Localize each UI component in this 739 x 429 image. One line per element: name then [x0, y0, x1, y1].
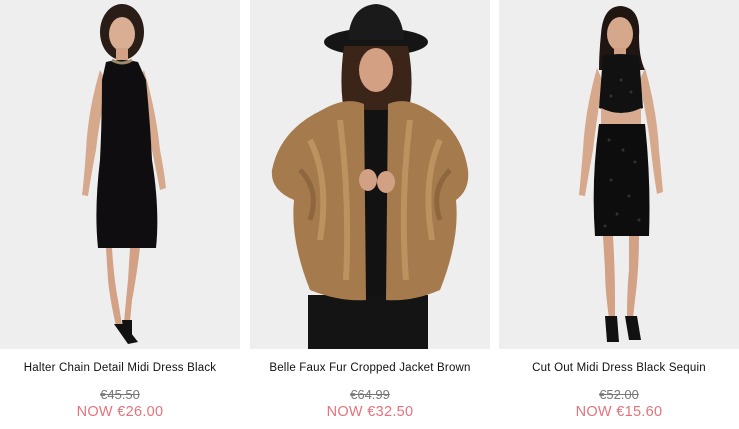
product-now-price: NOW €26.00 — [76, 404, 164, 420]
product-grid: Halter Chain Detail Midi Dress Black €45… — [0, 0, 739, 429]
product-image[interactable] — [499, 0, 739, 349]
model-photo — [499, 0, 739, 349]
product-was-price: €45.50 — [100, 387, 140, 402]
product-image[interactable] — [0, 0, 240, 349]
product-card[interactable]: Belle Faux Fur Cropped Jacket Brown €64.… — [250, 0, 490, 429]
product-card[interactable]: Cut Out Midi Dress Black Sequin €52.00 N… — [499, 0, 739, 429]
product-was-price: €52.00 — [599, 387, 639, 402]
model-photo — [250, 0, 490, 349]
product-image[interactable] — [250, 0, 490, 349]
product-card[interactable]: Halter Chain Detail Midi Dress Black €45… — [0, 0, 240, 429]
product-title[interactable]: Belle Faux Fur Cropped Jacket Brown — [250, 362, 490, 374]
model-photo — [0, 0, 240, 349]
product-now-price: NOW €32.50 — [326, 404, 414, 420]
product-title[interactable]: Halter Chain Detail Midi Dress Black — [0, 362, 240, 374]
product-title[interactable]: Cut Out Midi Dress Black Sequin — [499, 362, 739, 374]
product-now-price: NOW €15.60 — [575, 404, 663, 420]
product-was-price: €64.99 — [350, 387, 390, 402]
